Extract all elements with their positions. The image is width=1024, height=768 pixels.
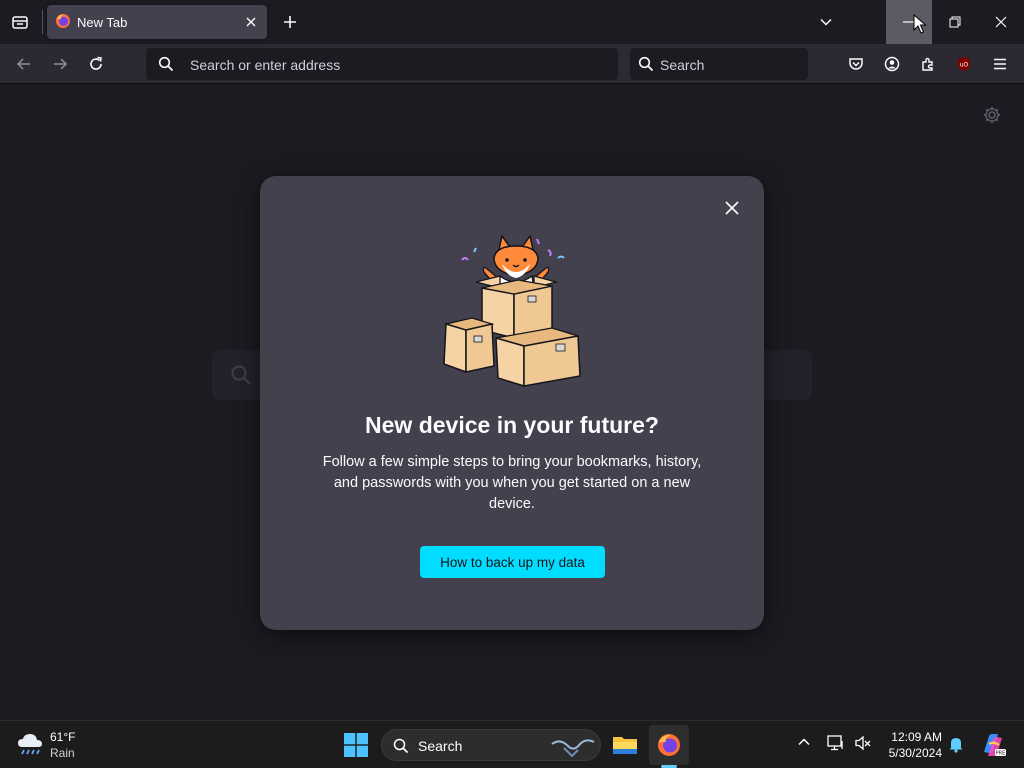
firefox-icon bbox=[55, 13, 71, 29]
gear-icon bbox=[984, 107, 1000, 123]
tab-new-tab[interactable]: New Tab bbox=[47, 5, 267, 39]
arrow-left-icon bbox=[16, 58, 30, 70]
search-icon bbox=[638, 56, 654, 72]
ublock-origin-icon: uO bbox=[958, 57, 970, 71]
volume-muted-icon bbox=[855, 735, 871, 751]
taskbar: 61°F Rain Search 12:09 AM 5/30/2024 PRE bbox=[0, 720, 1024, 768]
ublock-origin-button[interactable]: uO bbox=[950, 50, 978, 78]
taskbar-search-box[interactable]: Search bbox=[381, 729, 601, 761]
firefox-icon bbox=[658, 734, 680, 756]
search-icon bbox=[393, 738, 409, 754]
folder-icon bbox=[613, 737, 637, 754]
reload-button[interactable] bbox=[82, 50, 110, 78]
search-highlight-icon bbox=[550, 734, 596, 758]
firefox-view-icon bbox=[12, 16, 28, 29]
close-icon bbox=[995, 16, 1007, 28]
search-bar-placeholder: Search bbox=[660, 57, 705, 73]
arrow-right-icon bbox=[54, 58, 68, 70]
backup-data-button[interactable]: How to back up my data bbox=[420, 546, 605, 578]
close-icon bbox=[246, 17, 256, 27]
bell-icon bbox=[949, 738, 963, 753]
clock-time: 12:09 AM bbox=[891, 730, 942, 744]
search-icon bbox=[158, 56, 174, 72]
copilot-button[interactable]: PRE bbox=[980, 732, 1006, 758]
account-button[interactable] bbox=[878, 50, 906, 78]
back-button[interactable] bbox=[10, 50, 38, 78]
navigation-toolbar: Search or enter address Search uO bbox=[0, 44, 1024, 84]
dialog-body-text: Follow a few simple steps to bring your … bbox=[322, 454, 702, 512]
restore-icon bbox=[949, 16, 961, 28]
address-bar[interactable]: Search or enter address bbox=[146, 48, 618, 80]
search-icon bbox=[230, 364, 252, 386]
close-window-button[interactable] bbox=[978, 0, 1024, 44]
rain-cloud-icon bbox=[16, 731, 44, 757]
hamburger-menu-icon bbox=[994, 58, 1006, 70]
network-icon bbox=[827, 735, 843, 751]
reload-icon bbox=[90, 56, 102, 70]
dialog-close-button[interactable] bbox=[720, 196, 744, 220]
restore-button[interactable] bbox=[932, 0, 978, 44]
search-bar[interactable]: Search bbox=[630, 48, 808, 80]
notifications-button[interactable] bbox=[948, 735, 964, 753]
volume-button[interactable] bbox=[854, 735, 872, 751]
dialog-title: New device in your future? bbox=[365, 412, 659, 438]
plus-icon bbox=[284, 16, 296, 28]
file-explorer-button[interactable] bbox=[605, 725, 645, 765]
weather-temperature: 61°F bbox=[50, 730, 76, 744]
address-bar-placeholder: Search or enter address bbox=[190, 57, 341, 73]
forward-button[interactable] bbox=[46, 50, 74, 78]
tab-strip: New Tab bbox=[0, 0, 1024, 44]
list-all-tabs-button[interactable] bbox=[812, 8, 840, 36]
account-icon bbox=[884, 56, 900, 72]
firefox-view-button[interactable] bbox=[4, 8, 36, 36]
app-menu-button[interactable] bbox=[986, 50, 1014, 78]
windows-logo-icon bbox=[344, 733, 368, 757]
extensions-button[interactable] bbox=[914, 50, 942, 78]
svg-text:PRE: PRE bbox=[996, 751, 1006, 757]
tab-close-button[interactable] bbox=[241, 12, 261, 32]
mouse-cursor-icon bbox=[913, 14, 927, 34]
copilot-icon: PRE bbox=[984, 734, 1006, 757]
personalize-settings-button[interactable] bbox=[982, 105, 1002, 125]
puzzle-icon bbox=[922, 57, 933, 71]
pocket-button[interactable] bbox=[842, 50, 870, 78]
start-button[interactable] bbox=[344, 733, 368, 757]
taskbar-search-label: Search bbox=[418, 738, 463, 754]
clock-date: 5/30/2024 bbox=[888, 746, 942, 760]
chevron-down-icon bbox=[820, 18, 832, 26]
close-icon bbox=[725, 201, 739, 215]
network-status-button[interactable] bbox=[827, 735, 845, 751]
backup-spotlight-dialog: New device in your future? Follow a few … bbox=[260, 176, 764, 630]
tab-strip-separator bbox=[42, 10, 43, 34]
extension-badge-text: uO bbox=[960, 62, 969, 69]
pocket-icon bbox=[849, 58, 863, 70]
show-hidden-icons-button[interactable] bbox=[797, 735, 811, 749]
fox-in-boxes-illustration bbox=[440, 232, 590, 392]
tab-title: New Tab bbox=[77, 15, 128, 30]
firefox-taskbar-button[interactable] bbox=[649, 725, 689, 765]
chevron-up-icon bbox=[798, 738, 810, 746]
weather-condition: Rain bbox=[50, 746, 75, 760]
new-tab-button[interactable] bbox=[276, 8, 304, 36]
minimize-button[interactable] bbox=[886, 0, 932, 44]
